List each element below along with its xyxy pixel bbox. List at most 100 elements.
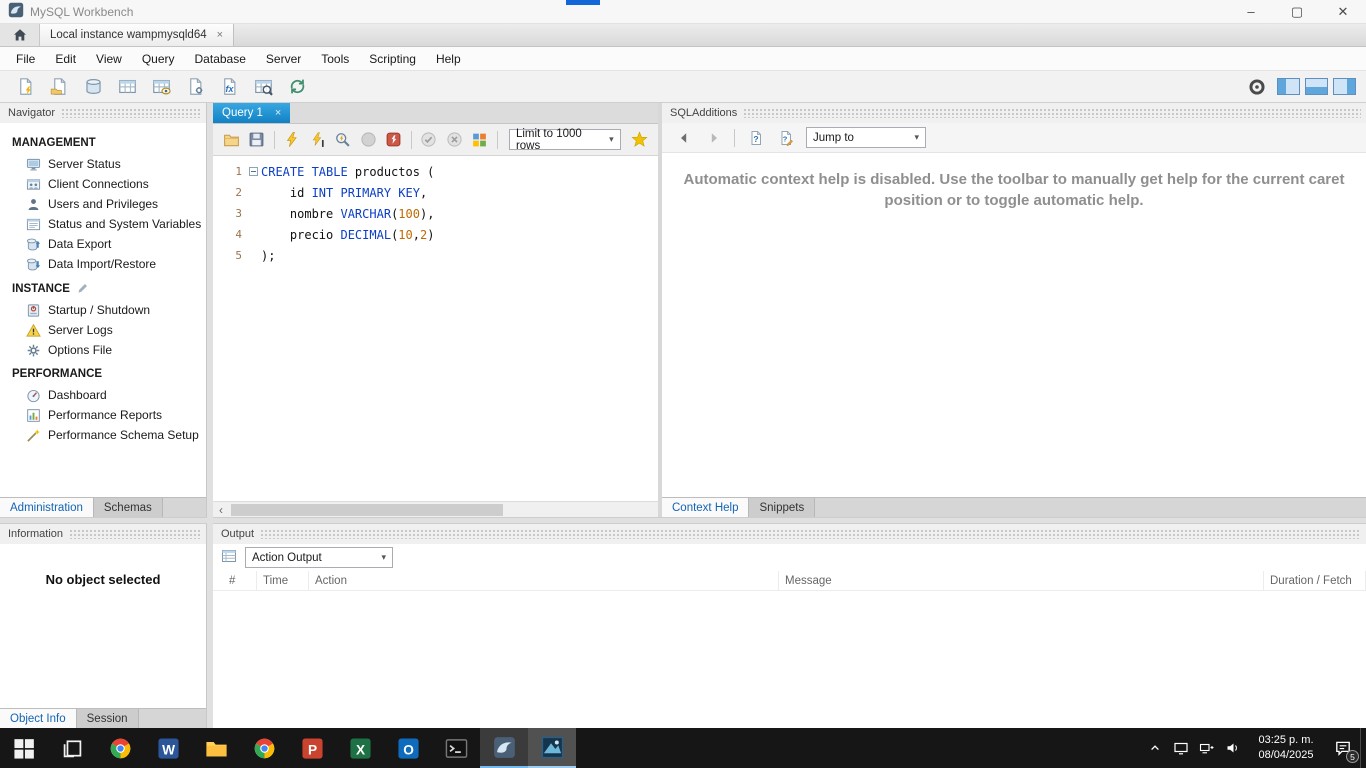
minimize-button[interactable]: – bbox=[1228, 0, 1274, 23]
limit-rows-select[interactable]: Limit to 1000 rows ▾ bbox=[508, 128, 621, 152]
code-area[interactable]: 1 CREATE TABLE productos (2 id INT PRIMAR… bbox=[213, 156, 658, 501]
home-tab[interactable] bbox=[0, 24, 40, 46]
create-schema-button[interactable] bbox=[78, 74, 108, 100]
stop-execution-button[interactable] bbox=[356, 128, 380, 152]
query-tab[interactable]: Query 1 × bbox=[213, 103, 291, 123]
taskbar-chrome-secondary[interactable] bbox=[240, 728, 288, 768]
tray-volume-button[interactable] bbox=[1220, 728, 1246, 768]
nav-item-performance-reports[interactable]: Performance Reports bbox=[0, 405, 206, 425]
toggle-secondary-sidebar-button[interactable] bbox=[1333, 78, 1356, 95]
explain-statement-button[interactable] bbox=[331, 128, 355, 152]
create-table-button[interactable] bbox=[112, 74, 142, 100]
menu-item-file[interactable]: File bbox=[6, 48, 45, 70]
navigator-tab-schemas[interactable]: Schemas bbox=[93, 498, 163, 517]
save-snippet-button[interactable] bbox=[628, 128, 652, 152]
rollback-transaction-icon bbox=[446, 131, 463, 148]
menu-item-edit[interactable]: Edit bbox=[45, 48, 86, 70]
nav-item-server-status[interactable]: Server Status bbox=[0, 154, 206, 174]
taskbar-command-prompt[interactable] bbox=[432, 728, 480, 768]
menu-item-help[interactable]: Help bbox=[426, 48, 471, 70]
sql-additions-tab-context-help[interactable]: Context Help bbox=[662, 498, 750, 517]
nav-item-data-import-restore[interactable]: Data Import/Restore bbox=[0, 254, 206, 274]
navigator-tab-administration[interactable]: Administration bbox=[0, 498, 94, 517]
nav-item-startup-shutdown[interactable]: Startup / Shutdown bbox=[0, 300, 206, 320]
rollback-transaction-button[interactable] bbox=[442, 128, 466, 152]
toggle-automatic-help-button[interactable]: ? bbox=[772, 126, 799, 150]
close-button[interactable]: ✕ bbox=[1320, 0, 1366, 23]
task-view-button[interactable] bbox=[48, 728, 96, 768]
open-sql-script-button[interactable] bbox=[44, 74, 74, 100]
home-icon bbox=[12, 27, 28, 43]
information-tab-object-info[interactable]: Object Info bbox=[0, 709, 77, 728]
start-button[interactable] bbox=[0, 728, 48, 768]
nav-item-data-export[interactable]: Data Export bbox=[0, 234, 206, 254]
output-view-select[interactable]: Action Output ▾ bbox=[245, 547, 393, 568]
taskbar-chrome[interactable] bbox=[96, 728, 144, 768]
reconnect-dbms-button[interactable] bbox=[282, 74, 312, 100]
toggle-autocommit-button[interactable] bbox=[468, 128, 492, 152]
nav-item-dashboard[interactable]: Dashboard bbox=[0, 385, 206, 405]
nav-item-performance-schema-setup[interactable]: Performance Schema Setup bbox=[0, 425, 206, 445]
tray-display-button[interactable] bbox=[1168, 728, 1194, 768]
history-back-button[interactable] bbox=[670, 126, 697, 150]
excel-icon: X bbox=[349, 737, 372, 760]
taskbar-outlook[interactable]: O bbox=[384, 728, 432, 768]
sql-additions-body bbox=[662, 211, 1366, 497]
toggle-stop-on-error-button[interactable] bbox=[381, 128, 405, 152]
history-back-icon bbox=[676, 130, 692, 146]
menu-item-view[interactable]: View bbox=[86, 48, 132, 70]
manual-context-help-button[interactable]: ? bbox=[742, 126, 769, 150]
taskbar-capture-tool[interactable] bbox=[528, 728, 576, 768]
taskbar-word[interactable]: W bbox=[144, 728, 192, 768]
save-script-button[interactable] bbox=[244, 128, 268, 152]
horizontal-splitter[interactable] bbox=[0, 517, 1366, 524]
history-forward-button[interactable] bbox=[700, 126, 727, 150]
svg-text:P: P bbox=[307, 742, 316, 757]
connection-status-button[interactable] bbox=[1242, 74, 1272, 100]
scrollbar-thumb[interactable] bbox=[231, 503, 503, 516]
output-table-body bbox=[213, 591, 1366, 728]
menu-item-query[interactable]: Query bbox=[132, 48, 185, 70]
toggle-left-sidebar-button[interactable] bbox=[1277, 78, 1300, 95]
toggle-output-area-button[interactable] bbox=[1305, 78, 1328, 95]
editor-horizontal-scrollbar[interactable]: ‹ bbox=[213, 501, 658, 517]
taskbar-powerpoint[interactable]: P bbox=[288, 728, 336, 768]
nav-item-status-and-system-variables[interactable]: Status and System Variables bbox=[0, 214, 206, 234]
connection-tab-close-icon[interactable]: × bbox=[217, 29, 223, 41]
code-token: CREATE TABLE bbox=[261, 164, 348, 179]
jump-to-select[interactable]: Jump to ▾ bbox=[806, 127, 926, 148]
sql-additions-tab-snippets[interactable]: Snippets bbox=[749, 498, 816, 517]
taskbar-clock[interactable]: 03:25 p. m. 08/04/2025 bbox=[1246, 733, 1326, 763]
create-function-button[interactable]: fx bbox=[214, 74, 244, 100]
commit-transaction-button[interactable] bbox=[417, 128, 441, 152]
information-tab-session[interactable]: Session bbox=[76, 709, 139, 728]
create-view-button[interactable] bbox=[146, 74, 176, 100]
open-script-button[interactable] bbox=[219, 128, 243, 152]
taskbar-excel[interactable]: X bbox=[336, 728, 384, 768]
taskbar-mysql-workbench[interactable] bbox=[480, 728, 528, 768]
nav-item-client-connections[interactable]: Client Connections bbox=[0, 174, 206, 194]
taskbar-file-explorer[interactable] bbox=[192, 728, 240, 768]
menu-item-tools[interactable]: Tools bbox=[311, 48, 359, 70]
show-desktop-button[interactable] bbox=[1360, 728, 1366, 768]
create-procedure-button[interactable] bbox=[180, 74, 210, 100]
menu-item-database[interactable]: Database bbox=[185, 48, 256, 70]
nav-item-server-logs[interactable]: Server Logs bbox=[0, 320, 206, 340]
scroll-left-button[interactable]: ‹ bbox=[213, 503, 229, 517]
menu-item-server[interactable]: Server bbox=[256, 48, 311, 70]
connection-tab[interactable]: Local instance wampmysqld64 × bbox=[40, 24, 235, 46]
execute-statements-button[interactable] bbox=[280, 128, 304, 152]
fold-collapse-icon[interactable] bbox=[245, 167, 261, 176]
maximize-button[interactable]: ▢ bbox=[1274, 0, 1320, 23]
clock-date: 08/04/2025 bbox=[1258, 749, 1314, 761]
execute-current-statement-button[interactable] bbox=[305, 128, 329, 152]
nav-item-options-file[interactable]: Options File bbox=[0, 340, 206, 360]
search-table-data-button[interactable] bbox=[248, 74, 278, 100]
menu-item-scripting[interactable]: Scripting bbox=[359, 48, 426, 70]
new-sql-tab-button[interactable] bbox=[10, 74, 40, 100]
query-tab-close-icon[interactable]: × bbox=[275, 107, 281, 119]
hidden-icons-chevron[interactable] bbox=[1142, 728, 1168, 768]
tray-network-button[interactable] bbox=[1194, 728, 1220, 768]
action-center-button[interactable]: 5 bbox=[1326, 728, 1360, 768]
nav-item-users-and-privileges[interactable]: Users and Privileges bbox=[0, 194, 206, 214]
